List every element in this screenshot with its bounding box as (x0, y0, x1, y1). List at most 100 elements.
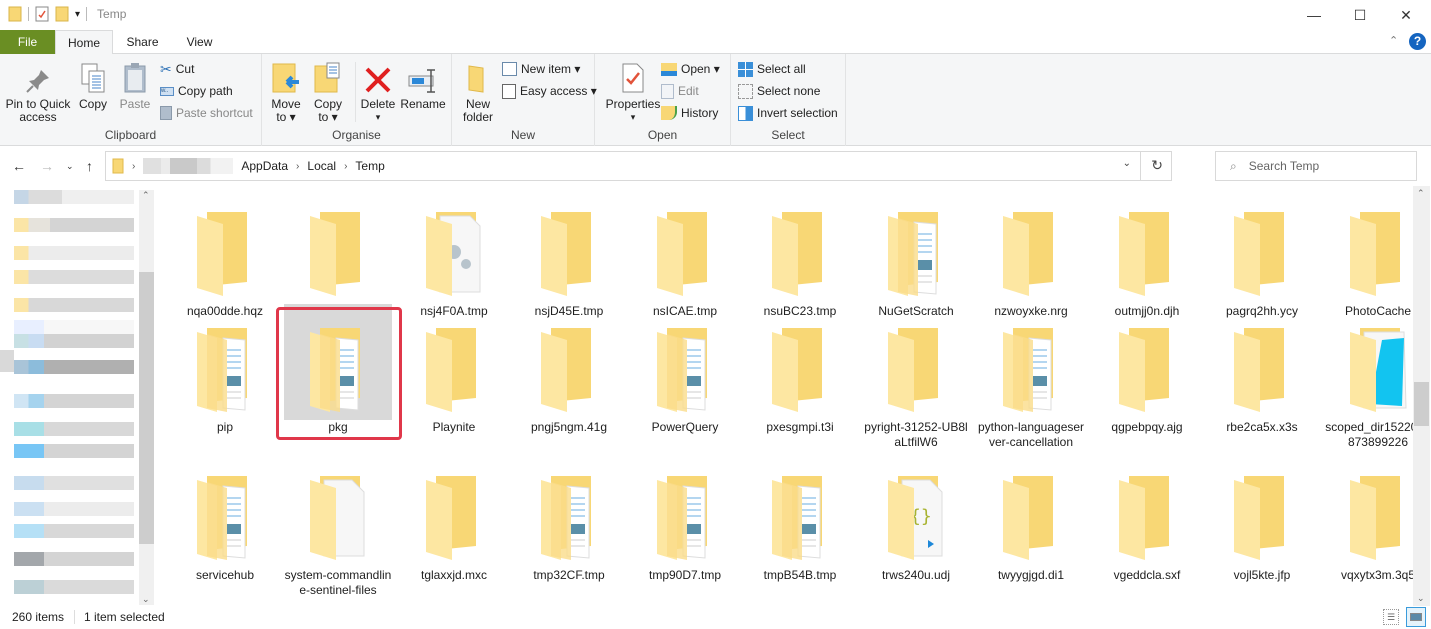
select-none-button[interactable]: Select none (738, 81, 820, 101)
paste-button[interactable]: Paste (116, 58, 154, 111)
file-item[interactable]: vojl5kte.jfp (1204, 464, 1320, 583)
breadcrumb-appdata[interactable]: AppData (241, 159, 288, 173)
cut-button[interactable]: ✂ Cut (160, 59, 194, 79)
clipboard-group: Pin to Quick access Copy Paste ✂ Cut w..… (0, 54, 262, 146)
copy-path-button[interactable]: w.. Copy path (160, 81, 233, 101)
file-item[interactable]: pxesgmpi.t3i (742, 316, 858, 435)
address-history-chevron-icon[interactable]: ⌄ (1123, 158, 1131, 169)
select-none-icon (738, 83, 753, 99)
rename-button[interactable]: Rename (400, 58, 446, 111)
recent-locations-chevron-icon[interactable]: ⌄ (66, 161, 74, 172)
new-folder-icon[interactable] (55, 6, 69, 22)
history-button[interactable]: History (661, 103, 718, 123)
file-item[interactable]: twyygjgd.di1 (973, 464, 1089, 583)
new-item-button[interactable]: New item ▾ (502, 59, 580, 79)
select-all-button[interactable]: Select all (738, 59, 806, 79)
folder-docs-icon (511, 464, 627, 564)
large-icons-view-icon[interactable] (1406, 607, 1426, 627)
scroll-down-icon[interactable]: ⌄ (1417, 593, 1425, 604)
folder-docs-icon (858, 200, 974, 300)
folder-docs-icon (742, 464, 858, 564)
easy-access-button[interactable]: Easy access ▾ (502, 81, 597, 101)
file-name: trws240u.udj (881, 568, 951, 582)
forward-arrow-icon[interactable]: → (40, 158, 54, 174)
file-item[interactable]: nsjD45E.tmp (511, 200, 627, 319)
file-item[interactable]: Playnite (396, 316, 512, 435)
copy-to-button[interactable]: Copy to ▾ (310, 58, 346, 124)
move-to-button[interactable]: Move to ▾ (268, 58, 304, 124)
collapse-ribbon-icon[interactable]: ⌃ (1389, 34, 1398, 47)
file-item[interactable]: nsj4F0A.tmp (396, 200, 512, 319)
file-item[interactable]: qgpebpqy.ajg (1089, 316, 1205, 435)
file-item[interactable]: outmjj0n.djh (1089, 200, 1205, 319)
file-item[interactable]: rbe2ca5x.x3s (1204, 316, 1320, 435)
file-item[interactable]: tmpB54B.tmp (742, 464, 858, 583)
navigation-pane-scrollbar[interactable]: ⌃ ⌄ (139, 190, 154, 605)
scrollbar-thumb[interactable] (139, 272, 154, 544)
back-arrow-icon[interactable]: ← (12, 158, 26, 174)
folder-empty-icon (1089, 316, 1205, 416)
edit-button[interactable]: Edit (661, 81, 699, 101)
search-input[interactable]: Search Temp (1249, 159, 1319, 173)
tab-view[interactable]: View (172, 30, 227, 54)
delete-button[interactable]: Delete ▾ (359, 58, 397, 124)
file-item[interactable]: vgeddcla.sxf (1089, 464, 1205, 583)
details-view-icon[interactable]: ☰ (1383, 609, 1399, 625)
file-item[interactable]: nqa00dde.hqz (167, 200, 283, 319)
refresh-icon[interactable]: ↻ (1151, 157, 1163, 174)
scroll-down-icon[interactable]: ⌄ (142, 594, 150, 605)
new-folder-button[interactable]: New folder (458, 58, 498, 124)
move-to-icon (272, 63, 299, 93)
scroll-up-icon[interactable]: ⌃ (1417, 188, 1425, 199)
file-item[interactable]: pngj5ngm.41g (511, 316, 627, 435)
folder-docs-icon (167, 316, 283, 416)
file-item[interactable]: PhotoCache (1320, 200, 1413, 319)
tab-share[interactable]: Share (115, 30, 170, 54)
content-scrollbar[interactable]: ⌃ ⌄ (1413, 186, 1430, 606)
paste-shortcut-button[interactable]: Paste shortcut (160, 103, 253, 123)
close-button[interactable]: ✕ (1383, 0, 1429, 30)
up-arrow-icon[interactable]: ↑ (86, 158, 93, 174)
file-item[interactable]: nsiFD81.tmp (280, 200, 396, 319)
file-item[interactable]: python-languageserver-cancellation (973, 316, 1089, 450)
invert-selection-button[interactable]: Invert selection (738, 103, 838, 123)
file-item[interactable]: NuGetScratch (858, 200, 974, 319)
file-item[interactable]: system-commandline-sentinel-files (280, 464, 396, 598)
file-item[interactable]: tmp32CF.tmp (511, 464, 627, 583)
file-item[interactable]: tmp90D7.tmp (627, 464, 743, 583)
properties-check-icon (622, 63, 644, 93)
folder-empty-icon (511, 316, 627, 416)
file-item[interactable]: scoped_dir15220_1873899226 (1320, 316, 1413, 450)
tab-home[interactable]: Home (55, 30, 113, 55)
breadcrumb-local[interactable]: Local (307, 159, 336, 173)
file-item[interactable]: vqxytx3m.3q5 (1320, 464, 1413, 583)
file-name: tglaxxjd.mxc (420, 568, 488, 582)
properties-icon[interactable] (35, 6, 49, 22)
file-item[interactable]: pip (167, 316, 283, 435)
file-item[interactable]: nsICAE.tmp (627, 200, 743, 319)
scrollbar-thumb[interactable] (1414, 382, 1429, 426)
properties-button[interactable]: Properties ▾ (601, 58, 665, 124)
maximize-button[interactable]: ☐ (1337, 0, 1383, 30)
copy-button[interactable]: Copy (76, 58, 110, 111)
pin-to-quick-access-button[interactable]: Pin to Quick access (4, 58, 72, 124)
file-item[interactable]: pagrq2hh.ycy (1204, 200, 1320, 319)
breadcrumb-temp[interactable]: Temp (355, 159, 384, 173)
file-name: tmpB54B.tmp (763, 568, 837, 582)
tab-file[interactable]: File (0, 30, 55, 54)
file-item[interactable]: tglaxxjd.mxc (396, 464, 512, 583)
minimize-button[interactable]: — (1291, 0, 1337, 30)
search-box[interactable]: ⌕ Search Temp (1215, 151, 1417, 181)
address-bar[interactable]: › AppData › Local › Temp ⌄ ↻ (105, 151, 1172, 181)
file-item[interactable]: nsuBC23.tmp (742, 200, 858, 319)
file-item[interactable]: PowerQuery (627, 316, 743, 435)
file-item[interactable]: pyright-31252-UB8laLtfilW6 (858, 316, 974, 450)
pin-icon (26, 70, 49, 93)
scroll-up-icon[interactable]: ⌃ (142, 190, 150, 201)
open-button[interactable]: Open ▾ (661, 59, 720, 79)
help-icon[interactable]: ? (1409, 33, 1426, 50)
file-item[interactable]: servicehub (167, 464, 283, 583)
customize-toolbar-icon[interactable]: ▾ (75, 9, 80, 20)
file-item[interactable]: {} trws240u.udj (858, 464, 974, 583)
file-item[interactable]: nzwoyxke.nrg (973, 200, 1089, 319)
